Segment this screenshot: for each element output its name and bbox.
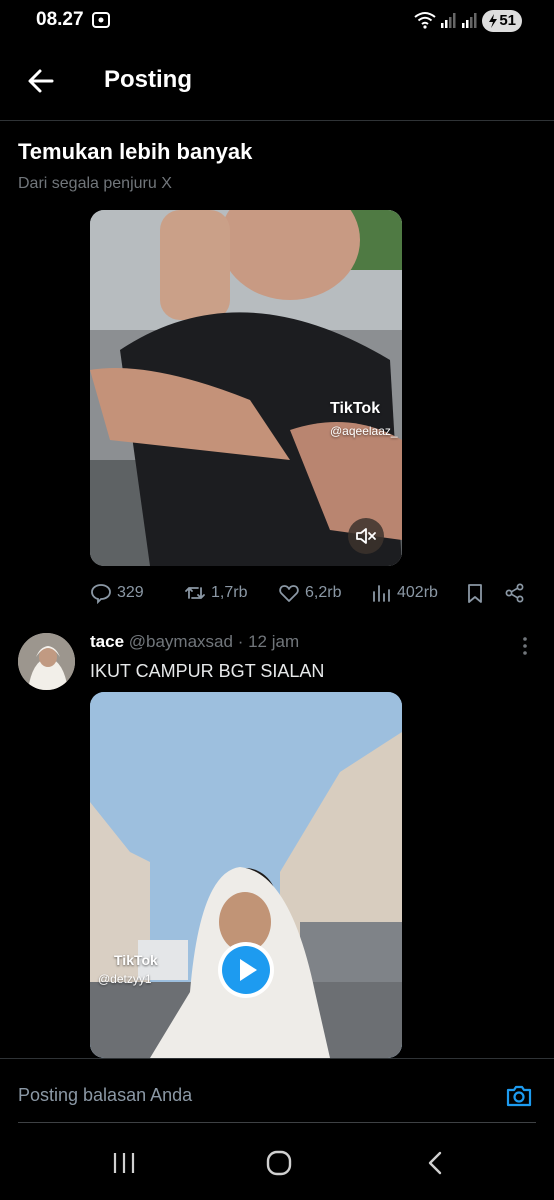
signal-icon [441,13,456,28]
reply-count: 329 [117,584,144,601]
author-handle[interactable]: @baymaxsad [129,632,233,651]
tiktok-handle: @detzyy1 [98,972,152,986]
tiktok-watermark: TikTok [330,400,381,417]
like-button[interactable]: 6,2rb [278,581,341,605]
avatar-image [18,633,75,690]
bookmark-icon [468,584,482,603]
repost-button[interactable]: 1,7rb [184,581,247,605]
battery-level: 51 [499,12,516,29]
camera-icon[interactable] [505,1082,533,1110]
home-icon[interactable] [266,1150,292,1176]
back-icon[interactable] [424,1150,446,1176]
tiktok-handle: @aqeelaaz_ [330,424,398,438]
post-text: IKUT CAMPUR BGT SIALAN [90,661,325,681]
views-chart-icon [373,585,390,602]
reply-input[interactable]: Posting balasan Anda [18,1085,192,1106]
share-button[interactable] [504,581,526,605]
play-icon [222,946,270,994]
reply-icon [91,584,111,604]
video-thumbnail [90,210,402,566]
battery-leaf-icon [489,14,497,28]
bookmark-button[interactable] [464,581,486,605]
video-thumbnail [90,692,402,1058]
signal-icon [462,13,477,28]
recents-icon[interactable] [110,1150,138,1176]
wifi-icon [414,12,436,29]
discover-subtitle: Dari segala penjuru X [18,175,172,192]
share-icon [505,583,524,603]
post-author-line: tace @baymaxsad · 12 jam [90,632,299,652]
mute-button[interactable] [348,518,384,554]
page-title: Posting [104,66,192,93]
reply-bar-divider [0,1058,554,1059]
repost-count: 1,7rb [211,584,248,601]
reply-button[interactable]: 329 [90,581,144,605]
back-arrow-icon[interactable] [24,64,58,98]
post-time: · 12 jam [237,632,300,651]
avatar[interactable] [18,633,75,690]
like-count: 6,2rb [305,584,342,601]
discover-title: Temukan lebih banyak [18,139,253,164]
speaker-mute-icon [356,528,376,544]
more-options-icon[interactable] [518,636,532,656]
video-player[interactable]: TikTok @detzyy1 [90,692,402,1058]
battery-icon: 51 [482,10,522,32]
author-name[interactable]: tace [90,632,124,651]
status-bar: 08.27 51 [0,0,554,44]
header-divider [0,120,554,121]
play-button[interactable] [218,942,274,998]
status-time: 08.27 [36,9,84,30]
repost-icon [185,587,205,599]
reply-underline [18,1122,536,1123]
tiktok-watermark: TikTok [114,952,158,968]
screenshot-icon [92,12,110,28]
video-player[interactable]: TikTok @aqeelaaz_ [90,210,402,566]
heart-icon [279,585,299,602]
views-button[interactable]: 402rb [370,581,438,605]
views-count: 402rb [397,584,438,601]
